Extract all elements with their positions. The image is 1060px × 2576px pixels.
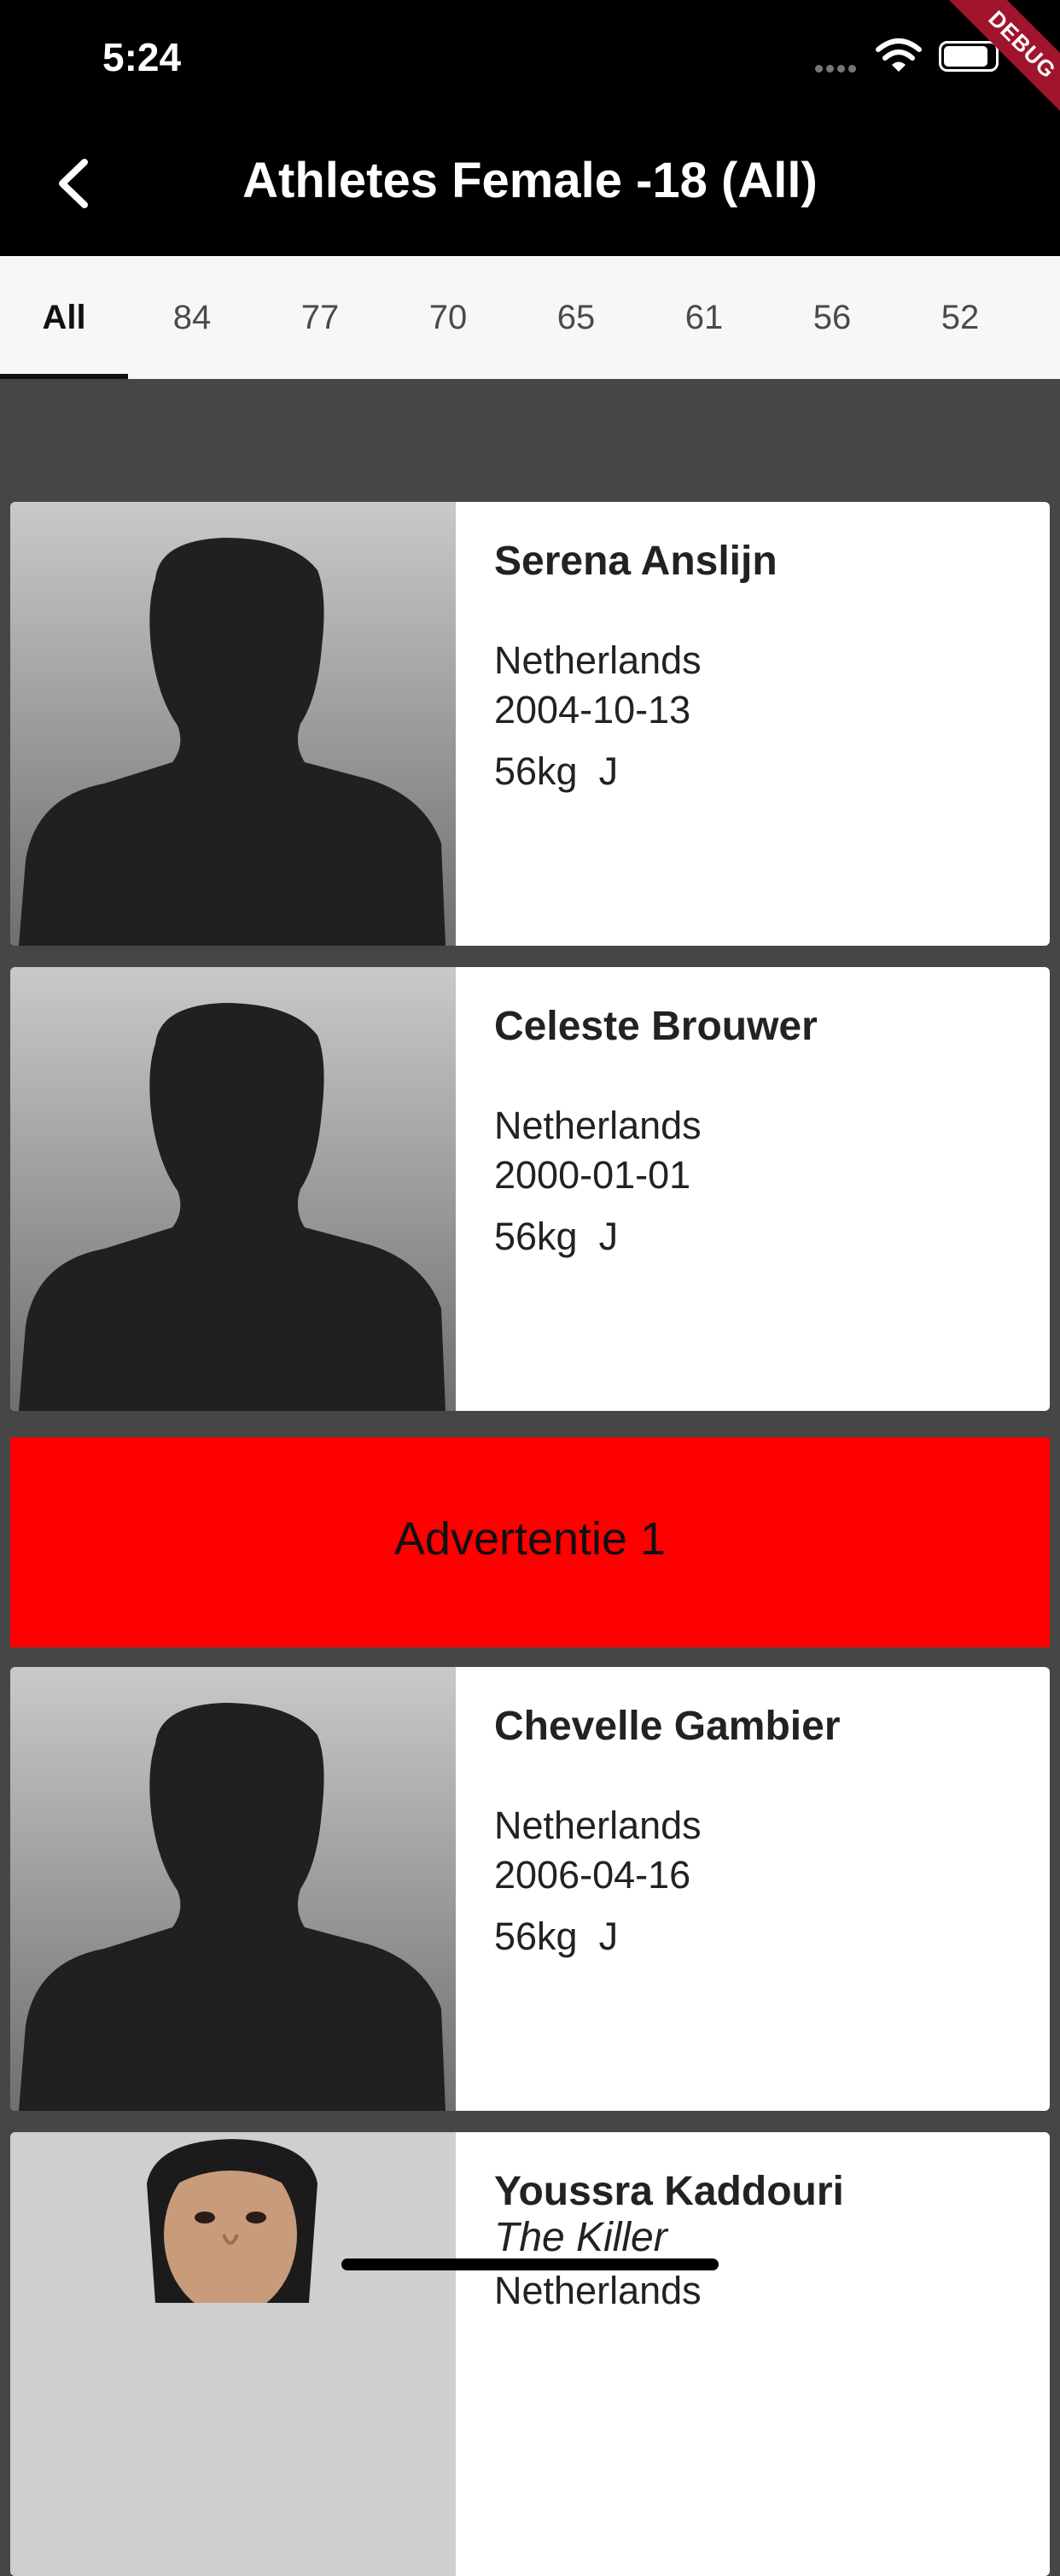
person-silhouette-icon bbox=[19, 1703, 446, 2111]
battery-icon bbox=[939, 41, 999, 72]
person-silhouette-icon bbox=[19, 538, 446, 946]
athlete-dob: 2004-10-13 bbox=[494, 688, 691, 731]
advertisement-label: Advertentie 1 bbox=[393, 1513, 667, 1565]
athlete-card[interactable]: Chevelle Gambier Netherlands 2006-04-16 … bbox=[10, 1667, 1050, 2111]
weight-tabs: All 84 77 70 65 61 56 52 bbox=[0, 256, 1060, 379]
athlete-weight: 56kg bbox=[494, 1915, 578, 1958]
active-tab-indicator bbox=[0, 374, 128, 379]
athlete-dob: 2000-01-01 bbox=[494, 1153, 691, 1197]
signal-icon bbox=[815, 61, 859, 77]
athlete-portrait bbox=[147, 2139, 317, 2303]
status-time: 5:24 bbox=[102, 35, 182, 79]
home-indicator[interactable] bbox=[341, 2258, 719, 2270]
tab-65[interactable]: 65 bbox=[512, 256, 640, 379]
tab-70[interactable]: 70 bbox=[384, 256, 512, 379]
athlete-nickname: The Killer bbox=[494, 2215, 667, 2260]
athlete-country: Netherlands bbox=[494, 1104, 702, 1147]
page-title: Athletes Female -18 (All) bbox=[242, 153, 818, 208]
athlete-card[interactable]: Serena Anslijn Netherlands 2004-10-13 56… bbox=[10, 502, 1050, 946]
tab-52[interactable]: 52 bbox=[896, 256, 1024, 379]
advertisement-banner[interactable]: Advertentie 1 bbox=[10, 1437, 1050, 1647]
athlete-weight-category: 56kg J bbox=[494, 749, 618, 794]
athlete-photo-placeholder bbox=[10, 1667, 456, 2111]
athlete-category: J bbox=[598, 1215, 619, 1258]
athlete-card[interactable]: Celeste Brouwer Netherlands 2000-01-01 5… bbox=[10, 967, 1050, 1411]
athlete-weight: 56kg bbox=[494, 749, 578, 793]
tab-all[interactable]: All bbox=[0, 256, 128, 379]
athlete-name: Serena Anslijn bbox=[494, 539, 778, 584]
athlete-weight: 56kg bbox=[494, 1215, 578, 1258]
wifi-icon bbox=[876, 38, 922, 72]
athlete-country: Netherlands bbox=[494, 638, 702, 682]
athlete-weight-category: 56kg J bbox=[494, 1915, 618, 1959]
athlete-card[interactable]: Youssra Kaddouri The Killer Netherlands bbox=[10, 2132, 1050, 2576]
athlete-dob: 2006-04-16 bbox=[494, 1853, 691, 1897]
athlete-name: Celeste Brouwer bbox=[494, 1004, 818, 1049]
athlete-photo bbox=[10, 2132, 456, 2576]
athlete-name: Chevelle Gambier bbox=[494, 1704, 841, 1749]
person-silhouette-icon bbox=[19, 1003, 446, 1411]
athlete-country: Netherlands bbox=[494, 1804, 702, 1847]
athlete-country: Netherlands bbox=[494, 2269, 702, 2312]
athlete-name: Youssra Kaddouri bbox=[494, 2169, 844, 2214]
status-bar: 5:24 DEBUG bbox=[0, 0, 1060, 147]
athlete-category: J bbox=[598, 1915, 619, 1958]
tab-56[interactable]: 56 bbox=[768, 256, 896, 379]
tab-84[interactable]: 84 bbox=[128, 256, 256, 379]
tab-61[interactable]: 61 bbox=[640, 256, 768, 379]
athlete-photo-placeholder bbox=[10, 502, 456, 946]
athlete-weight-category: 56kg J bbox=[494, 1215, 618, 1259]
tab-77[interactable]: 77 bbox=[256, 256, 384, 379]
athlete-photo-placeholder bbox=[10, 967, 456, 1411]
athlete-category: J bbox=[598, 749, 619, 793]
